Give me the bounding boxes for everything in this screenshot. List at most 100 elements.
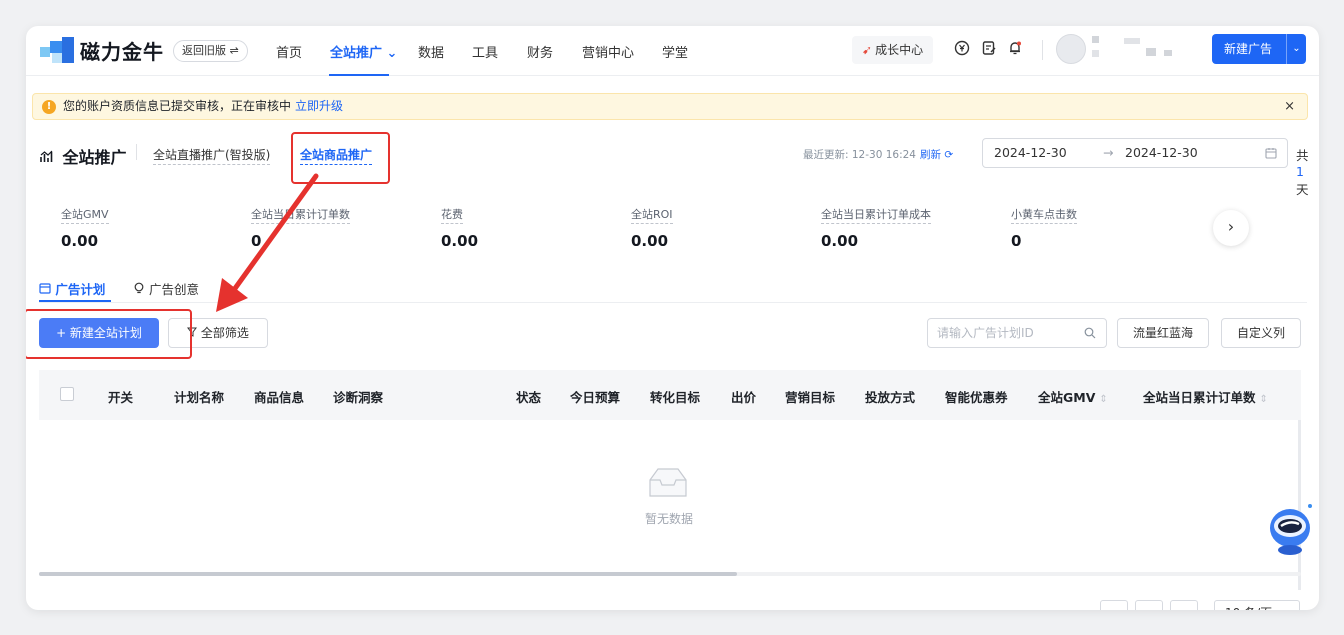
last-updated: 最近更新: 12-30 16:24 刷新 ⟳ bbox=[803, 147, 953, 162]
metric-gmv: 全站GMV 0.00 bbox=[61, 206, 241, 250]
metric-value: 0.00 bbox=[821, 232, 859, 250]
tab-label: 广告计划 bbox=[55, 282, 106, 297]
nav-item-tools[interactable]: 工具 bbox=[472, 42, 498, 61]
filter-label: 全部筛选 bbox=[200, 326, 249, 340]
notice-banner: ! 您的账户资质信息已提交审核，正在审核中 立即升级 × bbox=[32, 93, 1308, 120]
table-header: 开关 计划名称 商品信息 诊断洞察 状态 今日预算 转化目标 出价 营销目标 投… bbox=[39, 370, 1301, 420]
annotation-highlight-box bbox=[26, 309, 192, 359]
chevron-down-icon[interactable]: ⌄ bbox=[1286, 34, 1306, 64]
annotation-highlight-box bbox=[291, 132, 390, 184]
date-range-picker[interactable]: 2024-12-30 → 2024-12-30 bbox=[982, 138, 1288, 168]
title-divider bbox=[136, 144, 137, 160]
page-title: 全站推广 bbox=[40, 144, 127, 168]
refresh-button[interactable]: 刷新 ⟳ bbox=[920, 149, 953, 161]
notice-text: 您的账户资质信息已提交审核，正在审核中 bbox=[63, 99, 292, 113]
metric-value: 0.00 bbox=[631, 232, 669, 250]
tab-ad-creatives[interactable]: 广告创意 bbox=[133, 279, 199, 298]
metric-spend: 花费 0.00 bbox=[441, 206, 621, 250]
account-name-masked bbox=[1092, 36, 1099, 43]
tab-live-promotion[interactable]: 全站直播推广(智投版) bbox=[153, 146, 271, 165]
tab-label: 广告创意 bbox=[148, 282, 199, 297]
day-count-suffix: 天 bbox=[1296, 182, 1309, 197]
metric-label: 全站当日累计订单成本 bbox=[821, 206, 931, 224]
task-icon[interactable] bbox=[980, 40, 998, 58]
day-count: 共 1 天 bbox=[1296, 145, 1319, 198]
custom-columns-button[interactable]: 自定义列 bbox=[1221, 318, 1301, 348]
metric-order-cost: 全站当日累计订单成本 0.00 bbox=[821, 206, 1001, 250]
metric-label: 花费 bbox=[441, 206, 463, 224]
account-name-masked bbox=[1092, 50, 1099, 57]
calendar-icon bbox=[39, 282, 55, 297]
top-nav: 磁力金牛 返回旧版 ⇌ 首页 全站推广 ⌄ 数据 工具 财务 营销中心 学堂 ➹… bbox=[26, 26, 1319, 76]
day-count-value: 1 bbox=[1296, 164, 1304, 179]
tab-ad-plans[interactable]: 广告计划 bbox=[39, 279, 105, 298]
empty-state-text: 暂无数据 bbox=[645, 512, 694, 526]
metric-cart-clicks: 小黄车点击数 0 bbox=[1011, 206, 1191, 250]
chart-icon bbox=[40, 150, 59, 167]
nav-active-underline bbox=[329, 74, 389, 76]
column-header-sortable[interactable]: 全站当日累计订单数 ⇕ bbox=[1143, 387, 1268, 406]
upgrade-link[interactable]: 立即升级 bbox=[295, 99, 343, 113]
nav-item-finance[interactable]: 财务 bbox=[527, 42, 553, 61]
arrow-right-icon: → bbox=[1103, 145, 1114, 160]
brand-logo[interactable]: 磁力金牛 bbox=[40, 36, 164, 65]
pagination-prev-button[interactable] bbox=[1100, 600, 1128, 610]
search-icon[interactable] bbox=[1084, 319, 1096, 349]
metric-value: 0 bbox=[251, 232, 262, 250]
account-name-masked bbox=[1164, 50, 1172, 56]
tabs-divider bbox=[39, 302, 1307, 303]
logo-mark-icon bbox=[40, 36, 78, 65]
warning-icon: ! bbox=[42, 100, 56, 114]
column-header: 计划名称 bbox=[174, 390, 225, 405]
account-name-masked bbox=[1146, 48, 1156, 56]
column-header: 营销目标 bbox=[785, 390, 836, 405]
nav-item-data[interactable]: 数据 bbox=[418, 42, 444, 61]
growth-center-label: 成长中心 bbox=[875, 43, 924, 57]
pagination-next-button[interactable] bbox=[1170, 600, 1198, 610]
last-updated-text: 最近更新: 12-30 16:24 bbox=[803, 149, 916, 161]
horizontal-scrollbar[interactable] bbox=[39, 572, 737, 576]
bell-icon[interactable] bbox=[1006, 40, 1024, 58]
metric-value: 0.00 bbox=[61, 232, 99, 250]
metric-label: 全站当日累计订单数 bbox=[251, 206, 350, 224]
nav-divider bbox=[1042, 40, 1043, 60]
chevron-right-icon[interactable]: › bbox=[1213, 210, 1249, 246]
column-header-label: 全站当日累计订单数 bbox=[1143, 390, 1256, 405]
sort-icon[interactable]: ⇕ bbox=[1099, 394, 1107, 405]
day-count-prefix: 共 bbox=[1296, 148, 1309, 163]
column-header-label: 全站GMV bbox=[1038, 390, 1096, 405]
new-ad-button[interactable]: 新建广告 ⌄ bbox=[1212, 34, 1306, 64]
traffic-red-blue-ocean-button[interactable]: 流量红蓝海 bbox=[1117, 318, 1209, 348]
column-header: 转化目标 bbox=[650, 390, 701, 405]
select-all-checkbox[interactable] bbox=[60, 387, 74, 401]
nav-item-full-site-promotion[interactable]: 全站推广 ⌄ bbox=[330, 42, 397, 61]
coin-icon[interactable] bbox=[953, 40, 971, 58]
metric-value: 0 bbox=[1011, 232, 1022, 250]
plan-id-search-input[interactable]: 请输入广告计划ID bbox=[927, 318, 1107, 348]
column-header-sortable[interactable]: 全站GMV ⇕ bbox=[1038, 387, 1108, 406]
empty-box-icon bbox=[646, 466, 690, 500]
metric-label: 全站ROI bbox=[631, 206, 673, 224]
page-size-select[interactable]: 10 条/页 bbox=[1214, 600, 1300, 610]
sort-icon[interactable]: ⇕ bbox=[1260, 394, 1268, 405]
assistant-robot-icon[interactable] bbox=[1266, 500, 1316, 556]
metric-value: 0.00 bbox=[441, 232, 479, 250]
nav-item-home[interactable]: 首页 bbox=[276, 42, 302, 61]
metric-label: 全站GMV bbox=[61, 206, 109, 224]
page-title-text: 全站推广 bbox=[62, 148, 127, 167]
date-start[interactable]: 2024-12-30 bbox=[994, 139, 1067, 167]
nav-item-academy[interactable]: 学堂 bbox=[662, 42, 688, 61]
back-to-old-version-button[interactable]: 返回旧版 ⇌ bbox=[173, 40, 248, 62]
metric-daily-orders: 全站当日累计订单数 0 bbox=[251, 206, 431, 250]
column-header: 状态 bbox=[516, 390, 542, 405]
growth-center-button[interactable]: ➹ 成长中心 bbox=[852, 36, 934, 64]
date-end[interactable]: 2024-12-30 bbox=[1125, 139, 1198, 167]
bulb-icon bbox=[133, 282, 149, 297]
column-header: 智能优惠券 bbox=[945, 390, 1008, 405]
avatar[interactable] bbox=[1056, 34, 1086, 64]
nav-item-marketing-center[interactable]: 营销中心 bbox=[582, 42, 634, 61]
metric-label: 小黄车点击数 bbox=[1011, 206, 1077, 224]
close-icon[interactable]: × bbox=[1284, 94, 1295, 119]
account-name-masked bbox=[1124, 38, 1140, 44]
pagination-page-button[interactable] bbox=[1135, 600, 1163, 610]
